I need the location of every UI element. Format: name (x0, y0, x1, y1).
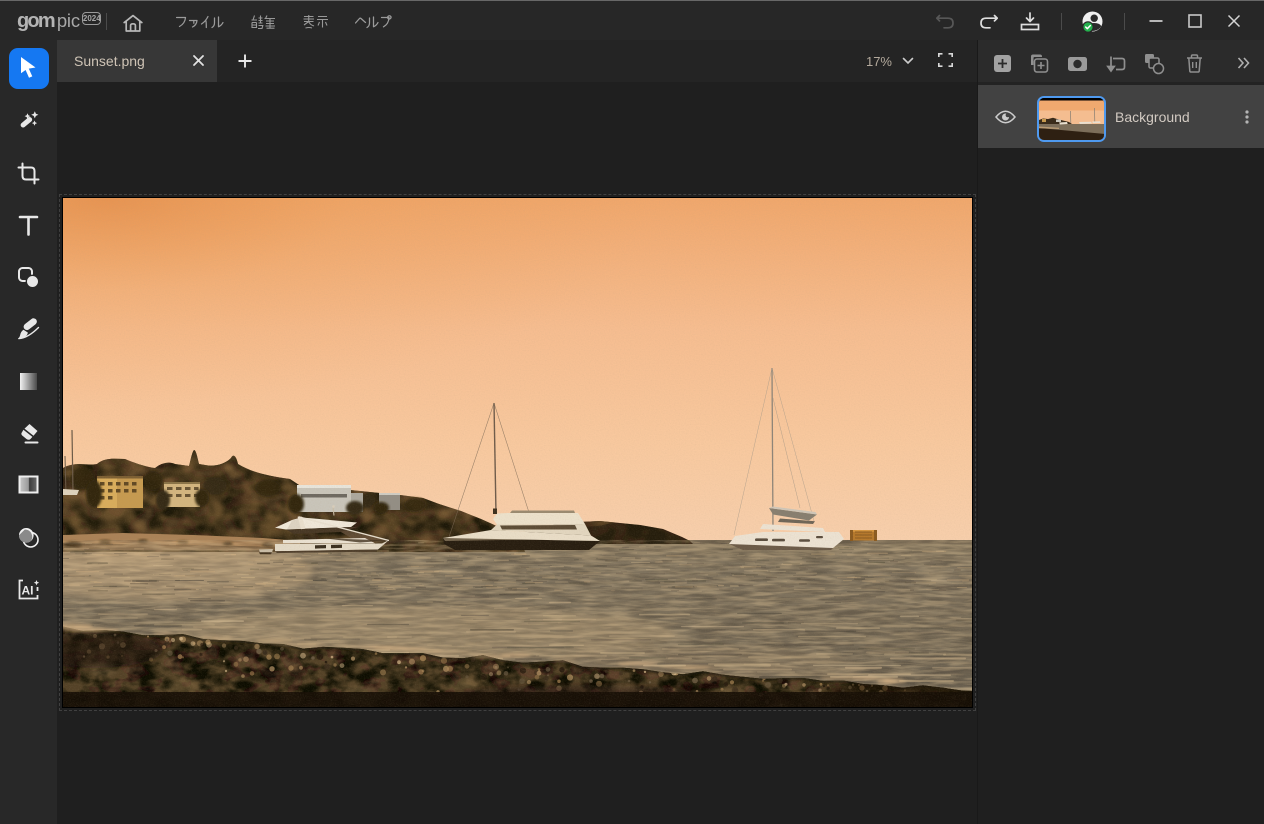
svg-text:AI: AI (22, 584, 34, 598)
